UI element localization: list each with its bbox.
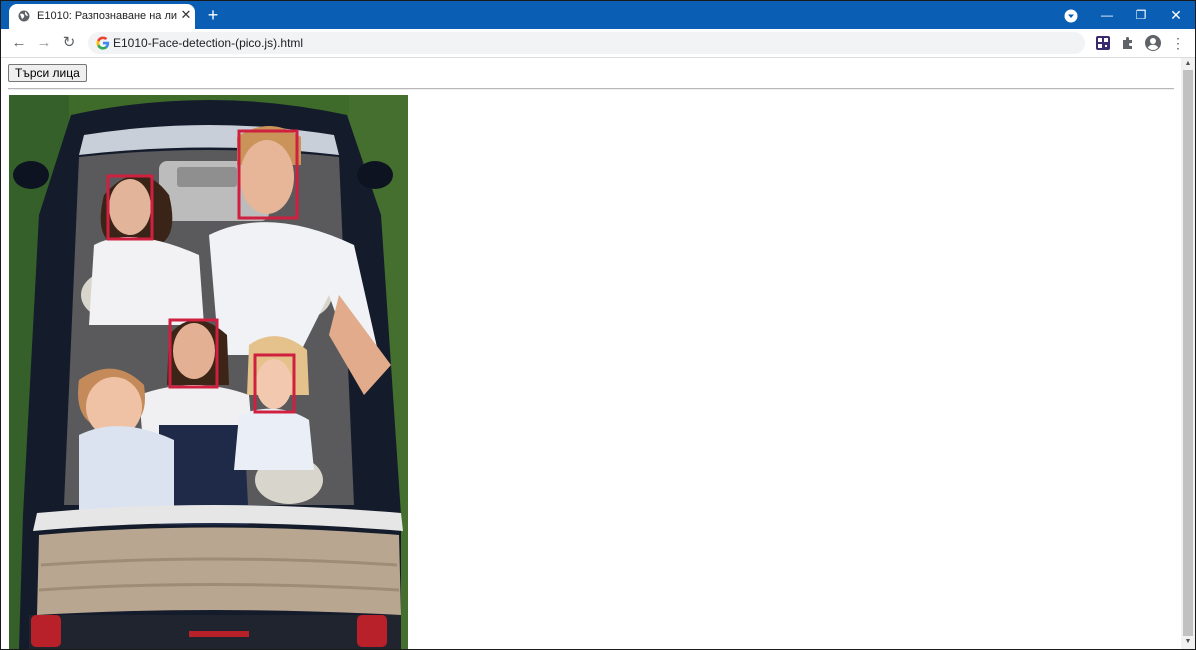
restore-button[interactable]: ❐: [1129, 5, 1153, 25]
google-icon: [96, 36, 110, 50]
close-window-button[interactable]: ✕: [1164, 5, 1188, 25]
minimize-button[interactable]: —: [1095, 5, 1119, 25]
profile-avatar-icon[interactable]: [1144, 34, 1162, 52]
horizontal-rule: [8, 88, 1174, 90]
url-text: E1010-Face-detection-(pico.js).html: [113, 36, 304, 50]
extensions-puzzle-icon[interactable]: [1119, 34, 1137, 52]
browser-toolbar: ← → ↻ E1010-Face-detection-(pico.js).htm…: [1, 29, 1195, 58]
browser-tab[interactable]: E1010: Разпознаване на лице (р ✕: [9, 4, 195, 29]
qr-extension-icon[interactable]: [1094, 34, 1112, 52]
scroll-thumb[interactable]: [1183, 70, 1193, 636]
tab-close-icon[interactable]: ✕: [179, 8, 193, 22]
back-button[interactable]: ←: [10, 34, 28, 52]
page-content: Търси лица: [1, 58, 1181, 649]
photo-canvas: [9, 95, 408, 649]
vertical-scrollbar[interactable]: ▲ ▼: [1181, 58, 1195, 649]
scroll-up-icon[interactable]: ▲: [1183, 59, 1193, 69]
reload-button[interactable]: ↻: [60, 34, 78, 52]
globe-icon: [18, 10, 30, 22]
tab-search-icon[interactable]: [1064, 9, 1078, 23]
browser-menu-icon[interactable]: ⋮: [1169, 34, 1187, 52]
new-tab-button[interactable]: +: [204, 6, 222, 24]
find-faces-button[interactable]: Търси лица: [8, 64, 87, 82]
title-bar: E1010: Разпознаване на лице (р ✕ + — ❐ ✕: [1, 1, 1195, 29]
tab-title: E1010: Разпознаване на лице (р: [37, 10, 177, 22]
scroll-down-icon[interactable]: ▼: [1183, 637, 1193, 647]
address-bar[interactable]: E1010-Face-detection-(pico.js).html: [88, 32, 1085, 54]
browser-window: E1010: Разпознаване на лице (р ✕ + — ❐ ✕…: [0, 0, 1196, 650]
family-car-photo: [9, 95, 408, 649]
forward-button[interactable]: →: [35, 34, 53, 52]
